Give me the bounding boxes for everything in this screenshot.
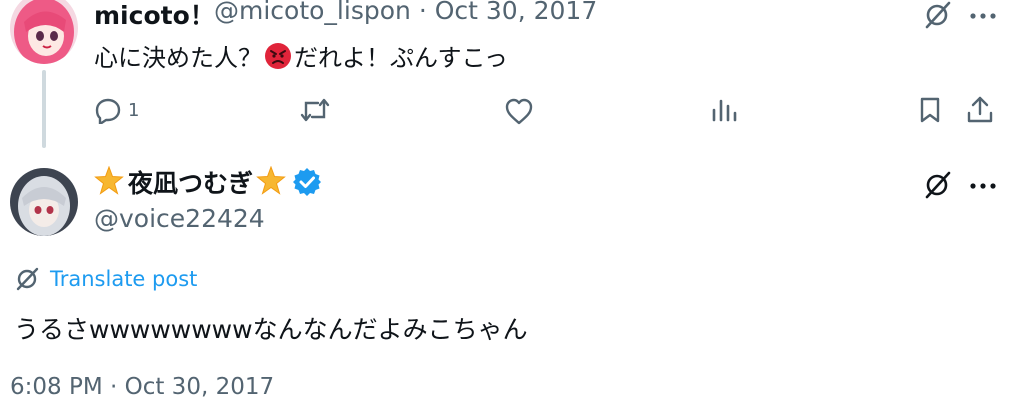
tweet2-grok-button[interactable] bbox=[922, 170, 952, 204]
share-button[interactable] bbox=[966, 95, 994, 125]
tweet2-more-button[interactable] bbox=[968, 176, 998, 200]
tweet1-text-part2: だれよ！ぷんすこっ bbox=[294, 44, 508, 72]
tweet1-more-button[interactable] bbox=[968, 6, 998, 30]
tweet1-text-part1: 心に決めた人？ bbox=[94, 44, 262, 72]
tweet1-grok-button[interactable] bbox=[922, 0, 952, 34]
tweet2-display-name[interactable]: 夜凪つむぎ bbox=[128, 164, 253, 200]
share-icon bbox=[967, 96, 993, 123]
tweet1-text: 心に決めた人？ だれよ！ぷんすこっ bbox=[94, 38, 508, 73]
verified-badge-icon[interactable] bbox=[292, 167, 322, 197]
avatar-yonagi-image bbox=[10, 168, 78, 236]
grok-icon bbox=[925, 171, 951, 199]
star-emoji-icon-2 bbox=[256, 166, 286, 195]
tweet1-separator: · bbox=[418, 0, 427, 25]
grok-translate-icon bbox=[16, 267, 39, 291]
like-button[interactable] bbox=[504, 97, 534, 125]
reply-count: 1 bbox=[128, 99, 140, 121]
tweet1-handle[interactable]: @micoto_lispon bbox=[214, 0, 411, 25]
grok-icon bbox=[925, 1, 951, 29]
views-icon bbox=[712, 99, 737, 122]
tweet2-text: うるさwwwwwwwwなんなんだよみこちゃん bbox=[14, 315, 528, 344]
tweet1-meta: @micoto_lispon · Oct 30, 2017 bbox=[214, 0, 597, 25]
angry-face-emoji-icon bbox=[265, 42, 291, 69]
tweet2-timestamp[interactable]: 6:08 PM · Oct 30, 2017 bbox=[10, 374, 274, 400]
tweet1-date[interactable]: Oct 30, 2017 bbox=[435, 0, 598, 25]
thread-line bbox=[42, 70, 46, 148]
avatar-micoto[interactable] bbox=[10, 0, 78, 64]
avatar-yonagi[interactable] bbox=[10, 168, 78, 236]
translate-post-label[interactable]: Translate post bbox=[50, 267, 197, 291]
reply-button[interactable]: 1 bbox=[94, 96, 139, 124]
more-icon bbox=[970, 183, 996, 189]
retweet-button[interactable] bbox=[300, 97, 330, 123]
translate-post-link[interactable]: Translate post bbox=[14, 266, 197, 292]
star-emoji-icon bbox=[94, 166, 124, 195]
tweet2-handle[interactable]: @voice22424 bbox=[94, 204, 265, 233]
views-button[interactable] bbox=[710, 98, 738, 124]
avatar-micoto-image bbox=[10, 0, 78, 64]
heart-icon bbox=[505, 98, 533, 125]
retweet-icon bbox=[300, 98, 330, 122]
bookmark-icon bbox=[920, 97, 940, 123]
more-icon bbox=[970, 13, 996, 19]
tweet1-display-name[interactable]: micoto！ bbox=[94, 0, 215, 32]
reply-icon bbox=[95, 98, 121, 124]
bookmark-button[interactable] bbox=[918, 96, 942, 124]
